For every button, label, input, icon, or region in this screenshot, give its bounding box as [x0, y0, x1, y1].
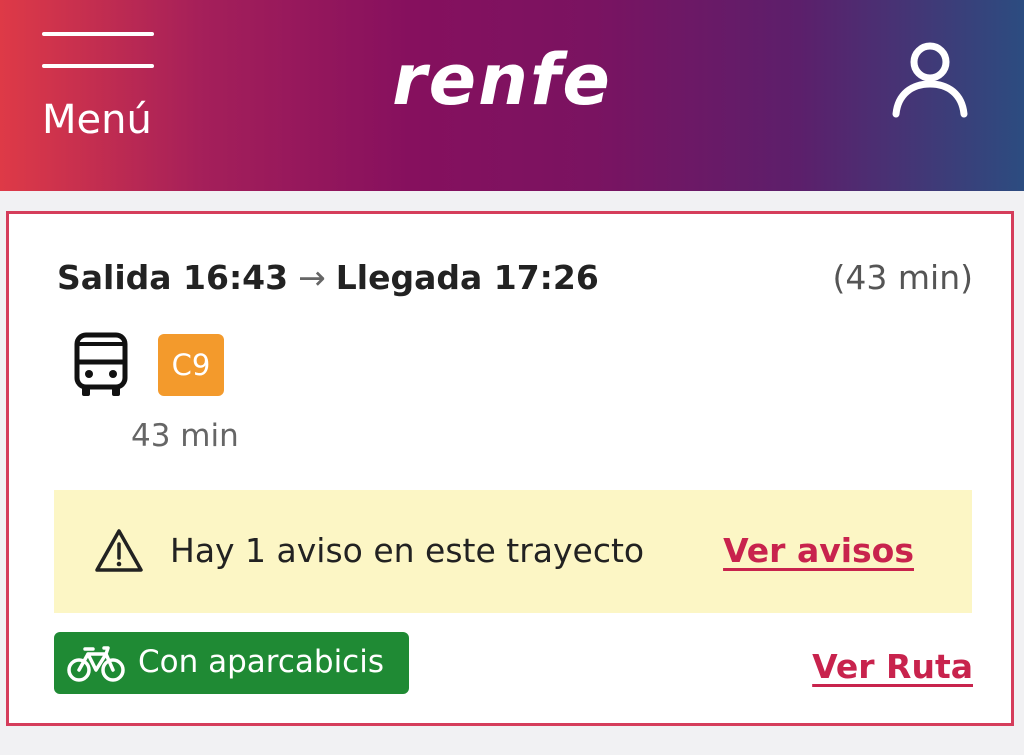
- logo-text: renfe: [392, 39, 612, 121]
- user-account-button[interactable]: [888, 40, 972, 118]
- view-notices-link[interactable]: Ver avisos: [723, 528, 914, 574]
- hamburger-icon: [42, 32, 154, 36]
- menu-label: Menú: [42, 97, 152, 143]
- departure-time: Salida 16:43: [57, 258, 289, 297]
- trip-card[interactable]: Salida 16:43 → Llegada 17:26 (43 min) C9 4…: [6, 211, 1014, 726]
- bike-parking-badge: Con aparcabicis: [54, 632, 409, 694]
- arrival-time: Llegada 17:26: [335, 258, 599, 297]
- renfe-logo[interactable]: renfe: [372, 28, 632, 138]
- bus-icon: [74, 332, 128, 396]
- bicycle-icon: [67, 646, 125, 682]
- app-header: Menú renfe: [0, 0, 1024, 191]
- menu-button[interactable]: Menú: [40, 30, 158, 150]
- notice-banner: Hay 1 aviso en este trayecto Ver avisos: [54, 490, 972, 613]
- arrow-right-icon: →: [298, 258, 326, 297]
- trip-times: Salida 16:43 → Llegada 17:26: [57, 256, 599, 300]
- segment-duration: 43 min: [131, 418, 239, 454]
- user-icon: [892, 42, 968, 118]
- total-duration: (43 min): [832, 258, 973, 297]
- hamburger-icon-line: [42, 64, 154, 68]
- warning-icon: [95, 529, 143, 572]
- notice-text: Hay 1 aviso en este trayecto: [170, 531, 645, 570]
- bike-parking-label: Con aparcabicis: [138, 644, 384, 680]
- line-badge: C9: [158, 334, 224, 396]
- view-route-link[interactable]: Ver Ruta: [812, 644, 973, 690]
